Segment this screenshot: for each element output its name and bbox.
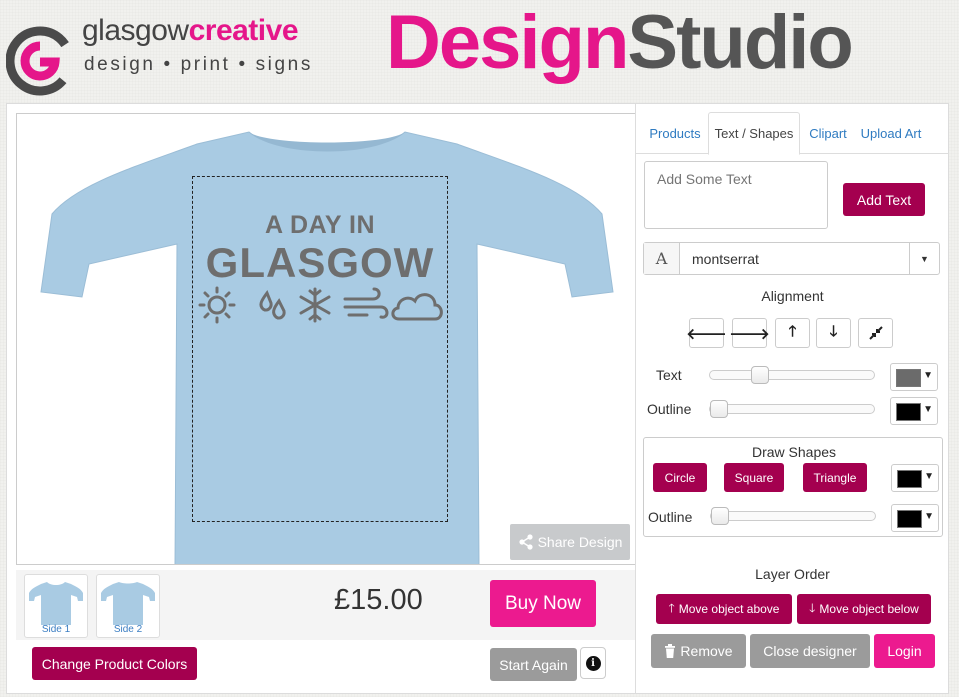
caret-down-icon: ▼ — [923, 404, 933, 415]
shape-outline-label: Outline — [648, 509, 693, 525]
remove-button[interactable]: Remove — [651, 634, 746, 668]
share-icon — [518, 534, 533, 550]
product-strip: Side 1 Side 2 £15.00 Buy Now — [16, 570, 636, 640]
add-text-button[interactable]: Add Text — [843, 183, 925, 216]
align-left-button[interactable]: 🡐 — [686, 318, 727, 348]
trash-icon — [665, 644, 676, 658]
outline-color-swatch — [896, 403, 921, 421]
shape-outline-slider[interactable] — [710, 507, 876, 525]
caret-down-icon: ▼ — [924, 471, 934, 482]
arrow-down-icon: 🡓 — [829, 322, 838, 340]
side-2-thumbnail[interactable]: Side 2 — [96, 574, 160, 638]
shape-fill-color-picker[interactable]: ▼ — [891, 464, 939, 492]
info-button[interactable]: i — [580, 647, 606, 679]
side-1-thumbnail[interactable]: Side 1 — [24, 574, 88, 638]
arrow-right-icon: 🡒 — [729, 325, 770, 343]
align-center-button[interactable] — [858, 318, 893, 348]
info-icon: i — [585, 655, 601, 671]
move-object-below-button[interactable]: 🡓 Move object below — [797, 594, 931, 624]
shape-fill-swatch — [897, 470, 922, 488]
text-size-slider[interactable] — [709, 366, 875, 384]
tab-clipart[interactable]: Clipart — [802, 112, 854, 154]
tshirt-thumbnail-icon — [29, 582, 83, 625]
move-above-label: Move object above — [678, 602, 780, 616]
product-price: £15.00 — [334, 584, 423, 616]
share-design-label: Share Design — [537, 534, 623, 550]
triangle-button[interactable]: Triangle — [803, 463, 867, 492]
change-product-colors-button[interactable]: Change Product Colors — [32, 647, 197, 680]
draw-shapes-panel: Draw Shapes Circle Square Triangle ▼ Out… — [643, 437, 943, 537]
tab-products[interactable]: Products — [642, 112, 708, 154]
start-again-button[interactable]: Start Again — [490, 648, 577, 681]
draw-shapes-label: Draw Shapes — [751, 444, 837, 460]
side-2-label: Side 2 — [113, 624, 143, 635]
design-canvas[interactable]: A DAY IN GLASGOW Share Design — [16, 113, 636, 565]
sun-icon — [198, 286, 236, 324]
font-icon: A — [644, 243, 680, 274]
text-color-picker[interactable]: ▼ — [890, 363, 938, 391]
text-color-swatch — [896, 369, 921, 387]
align-right-button[interactable]: 🡒 — [729, 318, 770, 348]
remove-label: Remove — [680, 643, 733, 659]
add-text-input[interactable] — [644, 161, 828, 229]
arrow-up-icon: 🡑 — [668, 600, 675, 615]
slider-handle[interactable] — [750, 366, 769, 384]
raindrops-icon — [259, 289, 286, 320]
designer-frame: A DAY IN GLASGOW Share Design Side 1 Sid… — [6, 103, 949, 694]
brand-logo[interactable]: glasgowcreative design • print • signs — [6, 10, 326, 96]
login-button[interactable]: Login — [874, 634, 935, 668]
logo-tagline: design • print • signs — [84, 54, 313, 75]
layer-order-label: Layer Order — [755, 566, 830, 582]
page-title: DesignStudio — [386, 0, 854, 85]
align-top-button[interactable]: 🡑 — [775, 318, 810, 348]
print-area[interactable]: A DAY IN GLASGOW — [192, 176, 448, 522]
alignment-label: Alignment — [761, 288, 824, 304]
outline-width-slider[interactable] — [709, 400, 875, 418]
snowflake-icon — [299, 287, 331, 323]
circle-button[interactable]: Circle — [653, 463, 707, 492]
text-size-label: Text — [656, 367, 682, 383]
outline-label: Outline — [647, 401, 692, 417]
side-1-label: Side 1 — [41, 624, 71, 635]
caret-down-icon: ▼ — [909, 243, 939, 274]
arrow-down-icon: 🡓 — [809, 600, 816, 615]
weather-icons-graphic[interactable] — [195, 285, 447, 325]
logo-mark-icon — [6, 26, 75, 96]
font-select[interactable]: A montserrat ▼ — [643, 242, 940, 275]
move-below-label: Move object below — [819, 602, 919, 616]
slider-handle[interactable] — [711, 507, 729, 525]
arrow-up-icon: 🡑 — [788, 322, 797, 340]
design-text-line1[interactable]: A DAY IN — [193, 211, 447, 240]
design-text-line2[interactable]: GLASGOW — [193, 239, 447, 287]
logo-wordmark: glasgowcreative — [82, 14, 299, 47]
buy-now-button[interactable]: Buy Now — [490, 580, 596, 627]
shape-outline-color-picker[interactable]: ▼ — [891, 504, 939, 532]
shape-outline-swatch — [897, 510, 922, 528]
move-object-above-button[interactable]: 🡑 Move object above — [656, 594, 792, 624]
cloud-icon — [391, 293, 443, 321]
share-design-button[interactable]: Share Design — [510, 524, 630, 560]
compress-icon — [868, 326, 883, 340]
tab-upload-art[interactable]: Upload Art — [856, 112, 926, 154]
align-bottom-button[interactable]: 🡓 — [816, 318, 851, 348]
outline-color-picker[interactable]: ▼ — [890, 397, 938, 425]
wind-icon — [343, 287, 389, 319]
caret-down-icon: ▼ — [924, 511, 934, 522]
tab-text-shapes[interactable]: Text / Shapes — [708, 112, 800, 155]
caret-down-icon: ▼ — [923, 370, 933, 381]
arrow-left-icon: 🡐 — [686, 325, 727, 343]
tools-panel: Products Text / Shapes Clipart Upload Ar… — [635, 104, 949, 693]
close-designer-button[interactable]: Close designer — [750, 634, 870, 668]
font-select-value: montserrat — [692, 251, 759, 267]
tshirt-thumbnail-icon — [101, 582, 155, 625]
square-button[interactable]: Square — [724, 463, 784, 492]
tools-tabs: Products Text / Shapes Clipart Upload Ar… — [636, 112, 949, 155]
slider-handle[interactable] — [710, 400, 728, 418]
